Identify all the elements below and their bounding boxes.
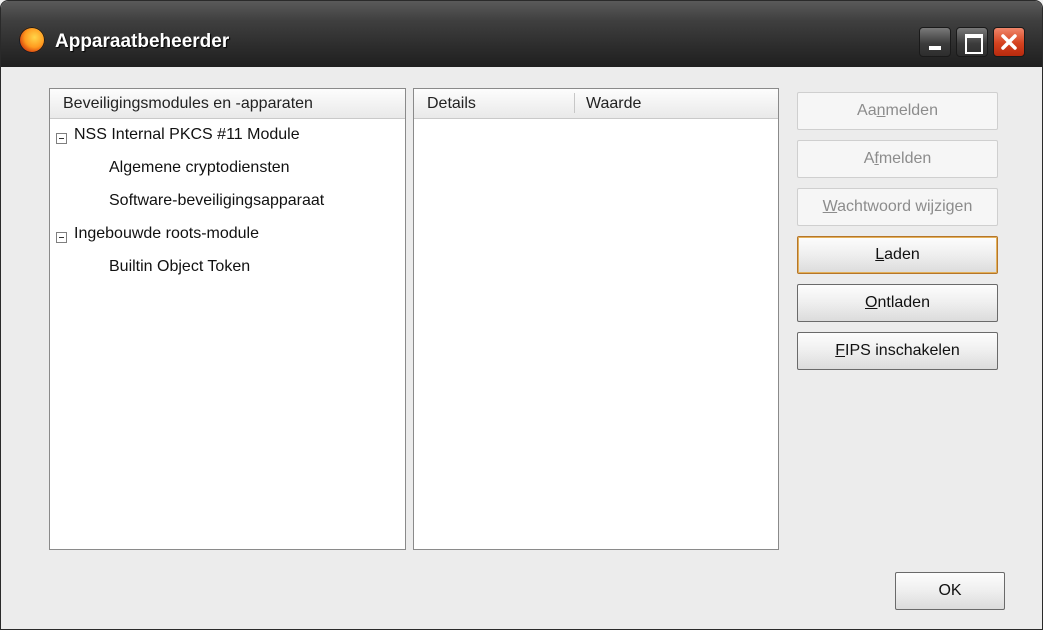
button-label: Aa	[857, 102, 877, 119]
ontladen-button[interactable]: Ontladen	[797, 284, 998, 322]
maximize-button[interactable]	[956, 27, 988, 57]
details-table[interactable]: Details Waarde	[413, 88, 779, 550]
close-button[interactable]	[993, 27, 1025, 57]
tree-item-ingebouwde-roots-module[interactable]: Ingebouwde roots-module	[74, 225, 259, 243]
tree-item-algemene-cryptodiensten[interactable]: Algemene cryptodiensten	[109, 159, 290, 177]
button-label: A	[863, 150, 875, 167]
device-manager-window: Apparaatbeheerder Beveiligingsmodules en…	[0, 0, 1043, 630]
button-label: aden	[884, 246, 920, 263]
access-key: n	[876, 102, 886, 119]
laden-button[interactable]: Laden	[797, 236, 998, 274]
details-column-header[interactable]: Details	[427, 95, 476, 113]
tree-item-software-beveiligingsapparaat[interactable]: Software-beveiligingsapparaat	[109, 192, 324, 210]
tree-header-label: Beveiligingsmodules en -apparaten	[63, 95, 313, 112]
details-header: Details Waarde	[414, 89, 778, 119]
access-key: F	[835, 342, 846, 359]
ok-button[interactable]: OK	[895, 572, 1005, 610]
access-key: O	[865, 294, 878, 311]
aanmelden-button[interactable]: Aanmelden	[797, 92, 998, 130]
collapse-toggle-icon[interactable]	[56, 232, 67, 243]
access-key: W	[822, 198, 838, 215]
tree-item-nss-internal[interactable]: NSS Internal PKCS #11 Module	[74, 126, 300, 144]
afmelden-button[interactable]: Afmelden	[797, 140, 998, 178]
button-label: achtwoord wijzigen	[837, 198, 973, 215]
window-title: Apparaatbeheerder	[55, 31, 230, 52]
minimize-button[interactable]	[919, 27, 951, 57]
dialog-content: Beveiligingsmodules en -apparaten NSS In…	[9, 67, 1034, 629]
security-modules-tree[interactable]: Beveiligingsmodules en -apparaten NSS In…	[49, 88, 406, 550]
collapse-toggle-icon[interactable]	[56, 133, 67, 144]
button-label: IPS inschakelen	[845, 342, 960, 359]
wachtwoord-wijzigen-button[interactable]: Wachtwoord wijzigen	[797, 188, 998, 226]
button-label: ntladen	[877, 294, 930, 311]
waarde-column-header[interactable]: Waarde	[586, 95, 641, 113]
column-separator[interactable]	[574, 93, 575, 113]
close-icon	[1001, 34, 1017, 50]
tree-item-builtin-object-token[interactable]: Builtin Object Token	[109, 258, 250, 276]
title-bar[interactable]: Apparaatbeheerder	[1, 1, 1042, 67]
button-label: melden	[885, 102, 938, 119]
button-label: melden	[878, 150, 932, 167]
access-key: L	[875, 246, 885, 263]
tree-header[interactable]: Beveiligingsmodules en -apparaten	[50, 89, 405, 119]
fips-inschakelen-button[interactable]: FIPS inschakelen	[797, 332, 998, 370]
firefox-app-icon	[19, 27, 45, 53]
